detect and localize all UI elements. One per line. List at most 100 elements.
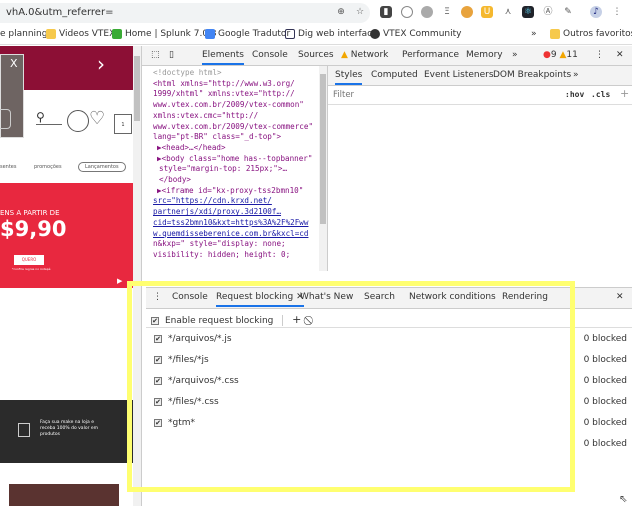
dom-line[interactable]: lang="pt-BR" class="_d-top"> (153, 132, 325, 143)
address-bar[interactable]: vhA.0&utm_referrer= (0, 3, 370, 23)
dom-line[interactable]: n&kxp=" style="display: none; (153, 239, 325, 250)
dom-line[interactable]: partnerjs/xdi/proxy.3d2100f… (153, 207, 325, 218)
more-tabs-icon[interactable]: » (512, 50, 518, 60)
nav-item[interactable]: sentes (0, 164, 17, 170)
folder-icon (46, 29, 56, 39)
dom-line[interactable]: xmlns:vtex.cmc="http:// (153, 111, 325, 122)
tab-label: Network (350, 50, 389, 60)
bookmark-item[interactable]: Outros favoritos (550, 29, 632, 39)
dom-line[interactable]: www.vtex.com.br/2009/vtex-commerce" (153, 122, 325, 133)
play-icon[interactable]: ▶ (117, 277, 122, 285)
browser-toolbar: vhA.0&utm_referrer= ⊕ ☆ ▮ Ξ U ⋏ ⚛ Ⓐ ✎ ♪ … (0, 0, 632, 25)
tab-event-listeners[interactable]: Event Listeners (424, 70, 494, 80)
product-image[interactable] (9, 484, 119, 506)
tab-sources[interactable]: Sources (298, 50, 334, 60)
nav-item[interactable]: promoções (34, 164, 62, 170)
bookmark-item[interactable]: VTEX Community (370, 29, 461, 39)
close-devtools-icon[interactable]: ✕ (616, 50, 624, 60)
banner-text: ENS A PARTIR DE (0, 209, 60, 217)
dom-line[interactable]: </body> (153, 175, 325, 186)
bookmark-label: Google Tradutor (218, 29, 291, 39)
dom-line[interactable]: www.vtex.com.br/2009/vtex-common" (153, 100, 325, 111)
bookmark-item[interactable]: Google Tradutor (205, 29, 290, 39)
tab-network[interactable]: ▲ Network (341, 50, 388, 60)
promo-banner[interactable]: ENS A PARTIR DE $9,90 QUERO *confira reg… (0, 183, 133, 288)
device-toolbar-icon[interactable]: ▯ (169, 50, 174, 60)
extension-icon[interactable]: Ξ (441, 6, 453, 18)
nav-item[interactable]: Lançamentos (78, 162, 126, 172)
error-count-text: 9 (550, 50, 557, 60)
tab-performance[interactable]: Performance (402, 50, 459, 60)
bookmarks-bar: e planning Videos VTEX Home | Splunk 7.0… (0, 25, 632, 45)
google-translate-icon (205, 29, 215, 39)
extension-icon[interactable]: ⋏ (502, 6, 514, 18)
extension-icon[interactable] (401, 6, 413, 18)
more-bookmarks-icon[interactable]: » (531, 29, 537, 39)
dig-icon (285, 29, 295, 39)
dom-line[interactable]: cid=tss2bmn10&kxt=https%3A%2F%2Fww (153, 218, 325, 229)
styles-filter-input[interactable] (331, 87, 557, 102)
extension-icon[interactable] (421, 6, 433, 18)
error-count[interactable]: ●9 ▲11 (543, 50, 578, 60)
dom-line[interactable]: src="https://cdn.krxd.net/ (153, 196, 325, 207)
blocked-count: 0 blocked (583, 439, 627, 449)
tab-memory[interactable]: Memory (466, 50, 503, 60)
hov-toggle[interactable]: :hov (565, 90, 584, 99)
dom-line[interactable]: w.quemdisseberenice.com.br&kxcl=cd (153, 229, 325, 240)
dom-line[interactable]: ▶<head>…</head> (153, 143, 325, 154)
promo-text: Faça sua make na loja e receba 100% do v… (40, 420, 98, 437)
devtools-menu-icon[interactable]: ⋮ (595, 50, 604, 60)
cookie-extension-icon[interactable] (461, 6, 473, 18)
tab-dom-breakpoints[interactable]: DOM Breakpoints (493, 70, 571, 80)
blocked-count: 0 blocked (583, 334, 627, 344)
dom-line[interactable]: <html xmlns="http://www.w3.org/ (153, 79, 325, 90)
banner-note: *confira regras no rodapé (12, 267, 51, 271)
tab-styles[interactable]: Styles (335, 70, 363, 85)
promo-strip: Faça sua make na loja e receba 100% do v… (0, 400, 133, 463)
dom-line[interactable]: 1999/xhtml" xmlns:vtex="http:// (153, 89, 325, 100)
tab-console[interactable]: Console (252, 50, 288, 60)
close-drawer-icon[interactable]: ✕ (616, 292, 624, 302)
styles-pane: Styles Computed Event Listeners DOM Brea… (327, 66, 632, 271)
dom-line[interactable]: visibility: hidden; height: 0; (153, 250, 325, 261)
quero-button[interactable]: QUERO (14, 255, 44, 265)
pen-extension-icon[interactable]: ✎ (562, 6, 574, 18)
banner-price: $9,90 (0, 217, 67, 241)
bookmark-star-icon[interactable]: ☆ (354, 6, 366, 18)
dom-line[interactable]: ▶<body class="home has--topbanner" (153, 154, 325, 165)
tab-computed[interactable]: Computed (371, 70, 418, 80)
bookmark-item[interactable]: Dig web interface (285, 29, 378, 39)
bookmark-item[interactable]: Videos VTEX (46, 29, 115, 39)
search-icon[interactable]: ⚲ (36, 110, 62, 125)
error-icon: ● (543, 50, 551, 60)
dom-line[interactable]: <!doctype html> (153, 68, 325, 79)
cart-icon[interactable]: 1 (114, 114, 132, 134)
react-devtools-icon[interactable]: ⚛ (522, 6, 534, 18)
dom-scrollbar[interactable] (319, 66, 327, 271)
more-tabs-icon[interactable]: » (573, 70, 579, 80)
chevron-right-icon[interactable]: › (97, 52, 105, 76)
extension-icon[interactable]: Ⓐ (542, 6, 554, 18)
new-style-rule-icon[interactable]: + (620, 87, 629, 100)
extension-icon[interactable]: U (481, 6, 493, 18)
tab-elements[interactable]: Elements (202, 50, 244, 65)
blocked-count: 0 blocked (583, 376, 627, 386)
bookmark-label: e planning (0, 29, 48, 39)
bookmark-item[interactable]: e planning (0, 29, 47, 39)
dom-line[interactable]: style="margin-top: 215px;">… (153, 164, 325, 175)
bookmark-label: Home | Splunk 7.0.3 (125, 29, 217, 39)
account-icon[interactable] (67, 110, 89, 132)
cls-toggle[interactable]: .cls (591, 90, 610, 99)
blocked-count: 0 blocked (583, 355, 627, 365)
bookmark-item[interactable]: Home | Splunk 7.0.3 (112, 29, 217, 39)
profile-avatar[interactable]: ♪ (590, 6, 602, 18)
close-icon[interactable]: X (10, 57, 18, 70)
chrome-menu-icon[interactable]: ⋮ (611, 6, 623, 18)
dom-tree[interactable]: <!doctype html> <html xmlns="http://www.w… (147, 66, 325, 271)
dom-line[interactable]: ▶<iframe id="kx-proxy-tss2bmn10" (153, 186, 325, 197)
inspect-element-icon[interactable]: ⬚ (151, 50, 160, 60)
install-icon[interactable]: ⊕ (335, 6, 347, 18)
heart-icon[interactable]: ♡ (89, 108, 105, 129)
popup-input[interactable] (0, 109, 11, 129)
extension-icon[interactable]: ▮ (380, 6, 392, 18)
